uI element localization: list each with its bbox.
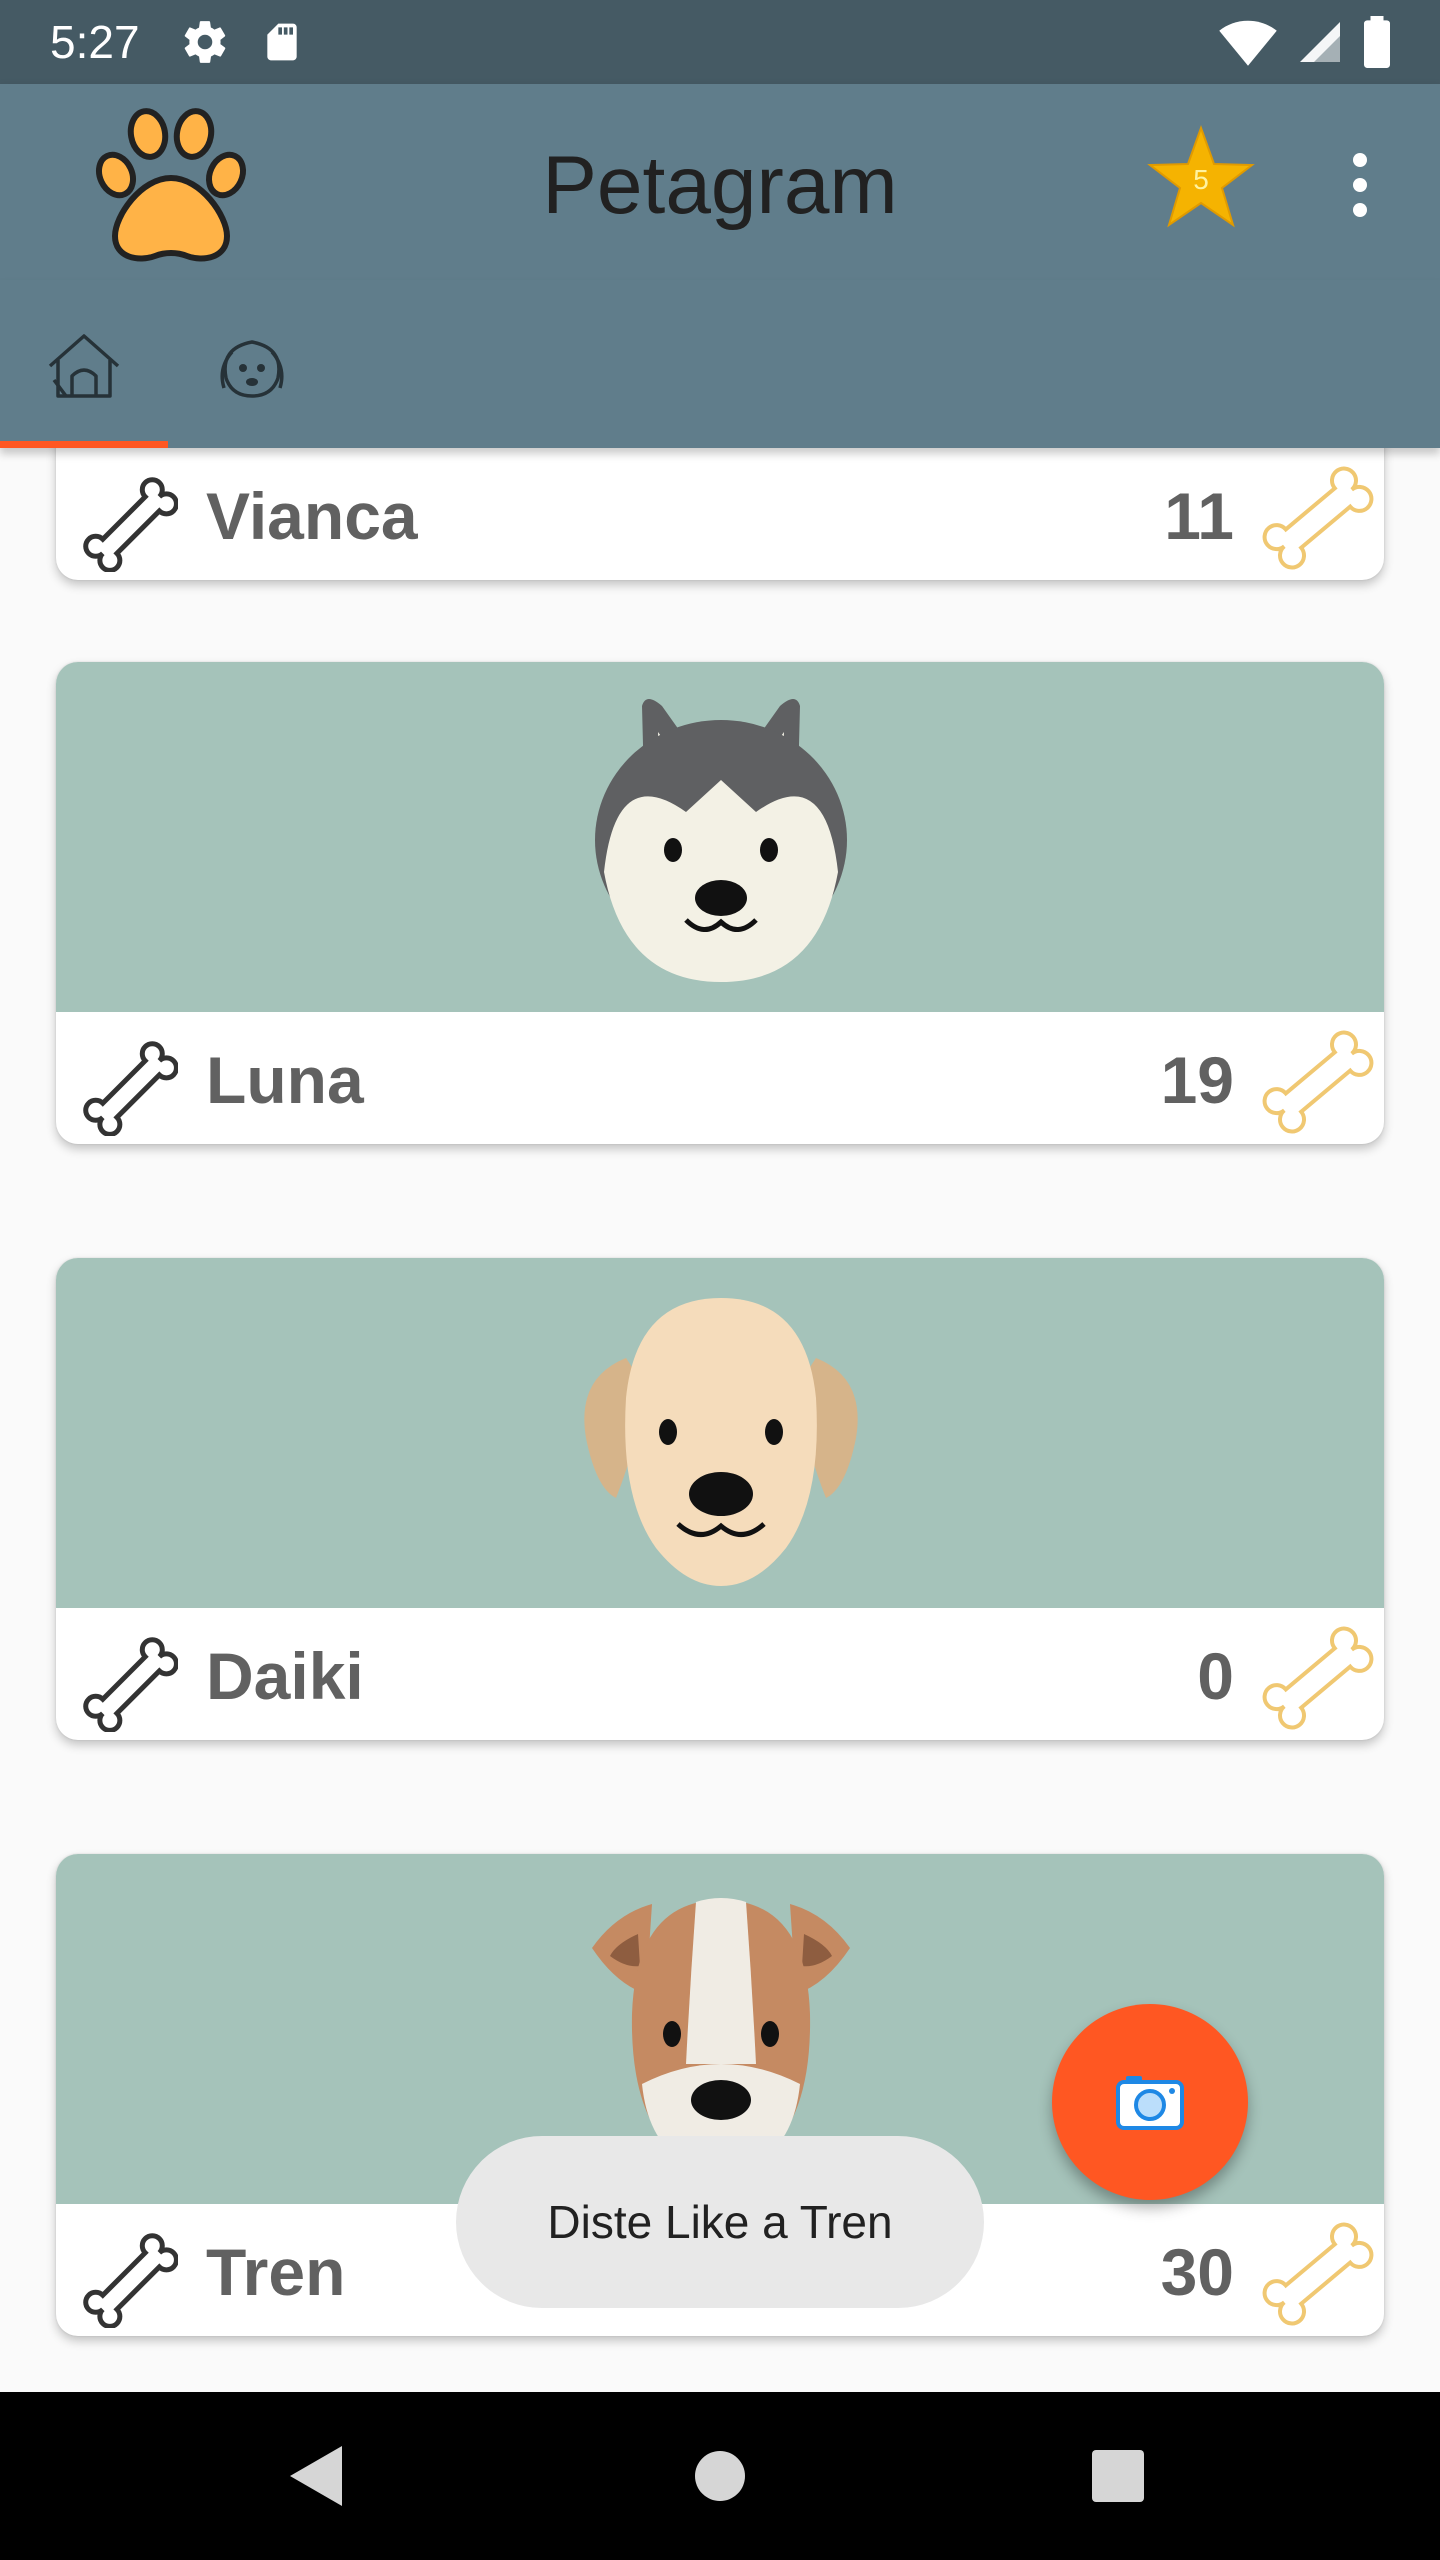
recents-icon[interactable] [1076, 2434, 1160, 2518]
husky-avatar [595, 699, 847, 982]
tab-bar [0, 280, 1440, 448]
wifi-icon [1219, 20, 1277, 66]
pet-card: Daiki 0 [56, 1258, 1384, 1740]
rating-bone-icon [1262, 1030, 1374, 1134]
like-bone-button-icon[interactable] [70, 464, 178, 572]
tab-profile-dog-icon[interactable] [212, 328, 292, 408]
camera-fab-button[interactable] [1052, 2004, 1248, 2200]
like-count: 11 [1164, 479, 1234, 553]
pet-name: Vianca [206, 479, 418, 553]
rating-bone-icon [1262, 1626, 1374, 1730]
pet-card: Vianca 11 [56, 448, 1384, 580]
battery-icon [1364, 16, 1390, 68]
like-count: 30 [1160, 2235, 1234, 2309]
favorites-count: 5 [1193, 164, 1209, 195]
status-bar: 5:27 [0, 0, 1440, 84]
back-icon[interactable] [274, 2434, 358, 2518]
rating-bone-icon [1262, 466, 1374, 570]
pet-name: Luna [206, 1043, 364, 1117]
navigation-bar [0, 2392, 1440, 2560]
status-time: 5:27 [50, 16, 140, 68]
sd-card-icon [267, 23, 297, 61]
home-icon[interactable] [678, 2434, 762, 2518]
pet-photo [56, 1258, 1384, 1608]
like-bone-button-icon[interactable] [70, 1028, 178, 1136]
pet-photo [56, 662, 1384, 1012]
tab-home-doghouse-icon[interactable] [44, 328, 124, 408]
pet-card: Luna 19 [56, 662, 1384, 1144]
tab-selected-indicator [0, 441, 168, 448]
camera-icon [1116, 2076, 1184, 2130]
like-bone-button-icon[interactable] [70, 1624, 178, 1732]
signal-icon [1300, 22, 1340, 62]
like-count: 19 [1160, 1043, 1234, 1117]
toast-message: Diste Like a Tren [456, 2136, 984, 2308]
rating-bone-icon [1262, 2222, 1374, 2326]
pet-name: Daiki [206, 1639, 364, 1713]
like-bone-button-icon[interactable] [70, 2220, 178, 2328]
pet-name: Tren [206, 2235, 346, 2309]
overflow-menu-icon[interactable] [1340, 150, 1380, 220]
pet-card-footer: Vianca 11 [56, 448, 1384, 580]
like-count: 0 [1197, 1639, 1234, 1713]
labrador-avatar [584, 1298, 858, 1586]
pet-card-footer: Daiki 0 [56, 1608, 1384, 1740]
pet-card-footer: Luna 19 [56, 1012, 1384, 1144]
settings-icon [184, 21, 226, 63]
app-bar: Petagram 5 [0, 84, 1440, 280]
